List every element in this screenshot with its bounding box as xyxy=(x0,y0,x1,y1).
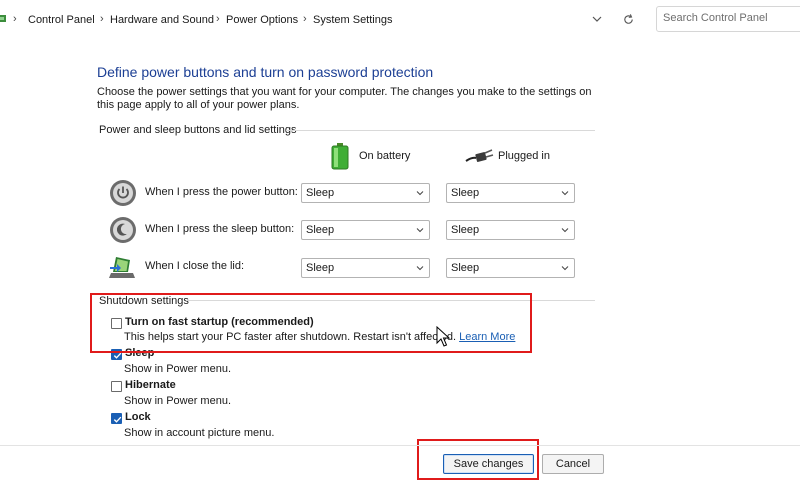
power-button-icon xyxy=(110,180,136,206)
chevron-down-icon[interactable] xyxy=(590,12,604,26)
sleep-button-label: When I press the sleep button: xyxy=(145,223,295,235)
mouse-cursor-icon xyxy=(436,326,450,347)
sleep-option-title: Sleep xyxy=(125,347,155,359)
sleep-checkbox[interactable] xyxy=(111,349,122,360)
search-box[interactable] xyxy=(656,6,800,32)
section-divider xyxy=(286,130,595,131)
hibernate-option-description: Show in Power menu. xyxy=(124,395,231,407)
chevron-right-icon: › xyxy=(13,13,17,25)
checkmark-icon xyxy=(113,352,122,359)
chevron-down-icon xyxy=(416,228,424,233)
select-value: Sleep xyxy=(451,187,480,199)
page-title: Define power buttons and turn on passwor… xyxy=(97,64,434,80)
select-value: Sleep xyxy=(306,224,335,236)
sleep-button-on-battery-select[interactable]: Sleep xyxy=(301,220,430,240)
breadcrumb-control-panel[interactable]: Control Panel xyxy=(28,14,95,26)
battery-icon xyxy=(331,143,349,170)
sleep-button-plugged-in-select[interactable]: Sleep xyxy=(446,220,575,240)
chevron-down-icon xyxy=(416,191,424,196)
column-on-battery: On battery xyxy=(359,150,411,162)
select-value: Sleep xyxy=(451,262,480,274)
plug-icon xyxy=(465,149,494,162)
power-button-plugged-in-select[interactable]: Sleep xyxy=(446,183,575,203)
fast-startup-checkbox[interactable] xyxy=(111,318,122,329)
hibernate-option-title: Hibernate xyxy=(125,379,176,391)
chevron-right-icon: › xyxy=(216,13,220,25)
page-description: Choose the power settings that you want … xyxy=(97,86,592,111)
column-plugged-in: Plugged in xyxy=(498,150,550,162)
select-value: Sleep xyxy=(306,187,335,199)
footer-divider xyxy=(0,445,800,446)
fast-startup-title: Turn on fast startup (recommended) xyxy=(125,316,314,328)
address-bar: › Control Panel › Hardware and Sound › P… xyxy=(0,0,800,40)
save-changes-button[interactable]: Save changes xyxy=(443,454,534,474)
power-button-on-battery-select[interactable]: Sleep xyxy=(301,183,430,203)
control-panel-icon xyxy=(0,15,6,22)
chevron-down-icon xyxy=(561,191,569,196)
chevron-right-icon: › xyxy=(303,13,307,25)
chevron-down-icon xyxy=(561,228,569,233)
breadcrumb-hardware-and-sound[interactable]: Hardware and Sound xyxy=(110,14,214,26)
hibernate-checkbox[interactable] xyxy=(111,381,122,392)
select-value: Sleep xyxy=(306,262,335,274)
search-input[interactable] xyxy=(657,7,800,29)
breadcrumb-system-settings[interactable]: System Settings xyxy=(313,14,392,26)
chevron-down-icon xyxy=(416,266,424,271)
sleep-option-description: Show in Power menu. xyxy=(124,363,231,375)
fast-startup-desc-text: This helps start your PC faster after sh… xyxy=(124,331,457,343)
sleep-button-icon xyxy=(110,217,136,243)
power-section-label: Power and sleep buttons and lid settings xyxy=(99,124,297,136)
section-divider xyxy=(186,300,595,301)
cancel-button[interactable]: Cancel xyxy=(542,454,604,474)
lock-checkbox[interactable] xyxy=(111,413,122,424)
power-button-label: When I press the power button: xyxy=(145,186,298,198)
shutdown-section-label: Shutdown settings xyxy=(99,295,189,307)
fast-startup-description: This helps start your PC faster after sh… xyxy=(124,331,515,343)
select-value: Sleep xyxy=(451,224,480,236)
lid-plugged-in-select[interactable]: Sleep xyxy=(446,258,575,278)
refresh-icon[interactable] xyxy=(622,13,635,26)
lock-option-title: Lock xyxy=(125,411,151,423)
checkmark-icon xyxy=(113,416,122,423)
breadcrumb-power-options[interactable]: Power Options xyxy=(226,14,298,26)
lid-on-battery-select[interactable]: Sleep xyxy=(301,258,430,278)
lid-close-label: When I close the lid: xyxy=(145,260,245,272)
lock-option-description: Show in account picture menu. xyxy=(124,427,275,439)
chevron-down-icon xyxy=(561,266,569,271)
learn-more-link[interactable]: Learn More xyxy=(459,331,515,343)
chevron-right-icon: › xyxy=(100,13,104,25)
laptop-lid-icon xyxy=(109,257,135,278)
